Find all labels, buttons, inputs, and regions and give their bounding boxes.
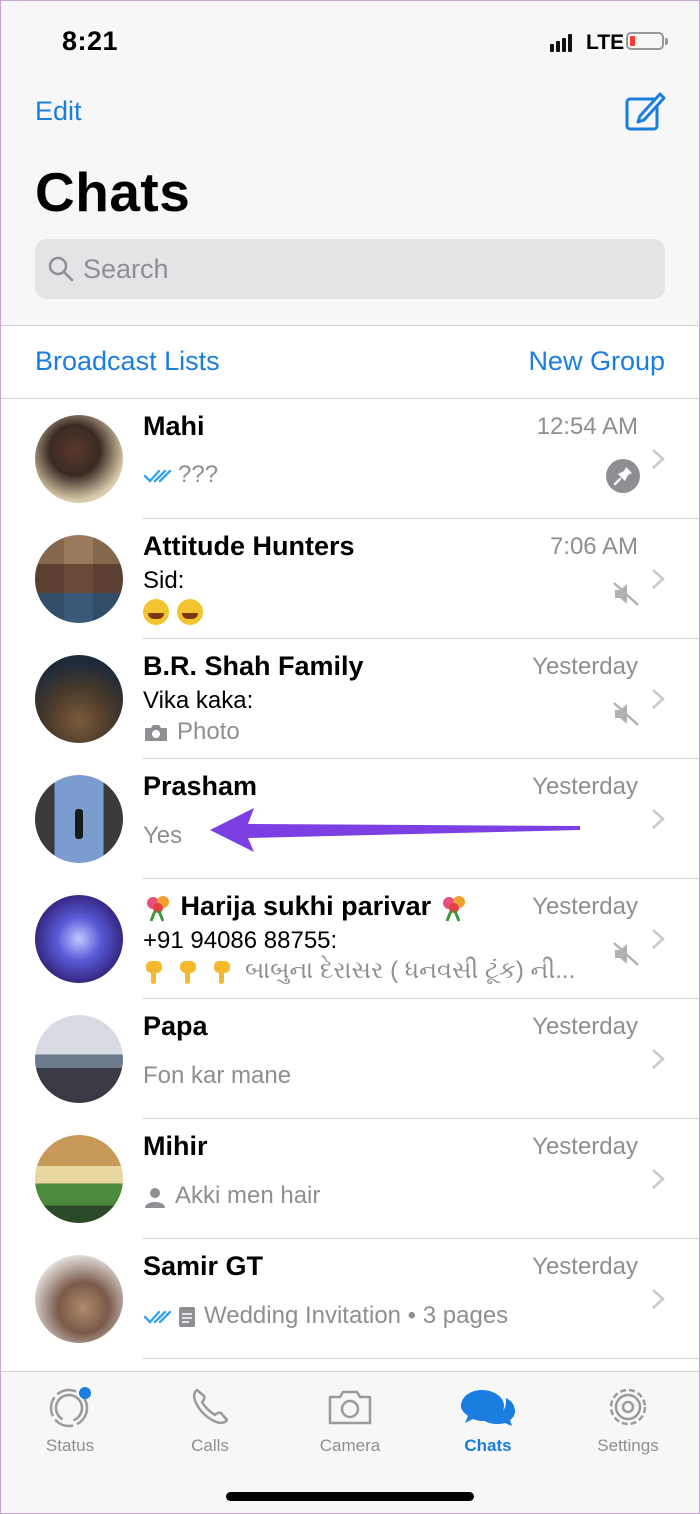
battery-icon	[626, 32, 668, 50]
chat-row-papa[interactable]: Papa Yesterday Fon kar mane	[0, 999, 700, 1119]
search-bar[interactable]	[35, 239, 665, 299]
list-actions: Broadcast Lists New Group	[0, 326, 700, 398]
signal-icon	[550, 34, 578, 52]
bouquet-emoji-icon	[442, 895, 465, 922]
double-check-icon	[143, 469, 172, 483]
tab-label: Settings	[597, 1436, 659, 1455]
chat-time: 12:54 AM	[536, 413, 638, 440]
chat-row-harija-sukhi-parivar[interactable]: Harija sukhi parivar Yesterday +91 94086…	[0, 879, 700, 999]
chat-preview: Photo	[143, 718, 240, 746]
mute-icon	[613, 702, 639, 726]
broadcast-lists-link[interactable]: Broadcast Lists	[35, 346, 220, 377]
chat-name: Attitude Hunters	[143, 531, 355, 561]
annotation-arrow-icon	[210, 808, 580, 852]
chat-name: Mihir	[143, 1131, 208, 1161]
chevron-right-icon	[652, 929, 665, 949]
tab-calls[interactable]: Calls	[155, 1384, 265, 1464]
tab-status[interactable]: Status	[15, 1384, 125, 1464]
tab-label: Status	[45, 1436, 95, 1455]
avatar	[35, 775, 123, 863]
page-title: Chats	[35, 161, 191, 223]
avatar	[35, 1255, 123, 1343]
chevron-right-icon	[652, 689, 665, 709]
bouquet-emoji-icon	[147, 895, 169, 922]
avatar	[35, 655, 123, 743]
chats-icon	[461, 1390, 515, 1426]
laughing-emoji-icon	[177, 598, 203, 625]
chat-name: Papa	[143, 1011, 208, 1041]
edit-button[interactable]: Edit	[35, 96, 82, 127]
pointing-down-emoji-icon	[214, 960, 230, 984]
contact-icon	[145, 1187, 165, 1208]
chat-sender: Vika kaka:	[143, 687, 254, 714]
compose-icon[interactable]	[624, 90, 666, 132]
chevron-right-icon	[652, 1289, 665, 1309]
chat-row-samir-gt[interactable]: Samir GT Yesterday Wedding Invitation • …	[0, 1239, 700, 1359]
tab-chats[interactable]: Chats	[433, 1384, 543, 1464]
search-input[interactable]	[83, 239, 643, 299]
chat-preview: બાબુના દેરાસર ( ધનવસી ટૂંક) ની...	[143, 957, 575, 985]
chat-preview: Akki men hair	[143, 1182, 320, 1210]
camera-icon	[328, 1390, 372, 1425]
chat-preview: Fon kar mane	[143, 1062, 292, 1089]
chevron-right-icon	[652, 809, 665, 829]
chat-time: Yesterday	[532, 1013, 638, 1040]
tab-label: Calls	[191, 1436, 229, 1455]
chevron-right-icon	[652, 569, 665, 589]
chevron-right-icon	[652, 1169, 665, 1189]
chat-time: Yesterday	[532, 653, 638, 680]
avatar	[35, 535, 123, 623]
chat-name: Prasham	[143, 771, 258, 801]
new-group-link[interactable]: New Group	[528, 346, 665, 377]
tab-label: Camera	[319, 1436, 381, 1455]
chat-name: Samir GT	[143, 1251, 264, 1281]
avatar	[35, 895, 123, 983]
chat-name: Mahi	[143, 411, 205, 441]
avatar	[35, 1135, 123, 1223]
pin-icon	[606, 459, 640, 493]
pointing-down-emoji-icon	[180, 960, 196, 984]
mute-icon	[613, 942, 639, 966]
phone-icon	[192, 1388, 229, 1425]
chat-preview: Wedding Invitation • 3 pages	[143, 1302, 508, 1330]
chat-row-mihir[interactable]: Mihir Yesterday Akki men hair	[0, 1119, 700, 1239]
home-indicator	[226, 1492, 474, 1501]
double-check-icon	[143, 1310, 172, 1324]
chat-name: B.R. Shah Family	[143, 651, 364, 681]
chat-row-mahi[interactable]: Mahi 12:54 AM ???	[0, 399, 700, 519]
document-icon	[179, 1306, 195, 1327]
gear-icon	[609, 1388, 647, 1426]
camera-icon	[145, 724, 167, 741]
chat-time: 7:06 AM	[549, 533, 638, 560]
avatar	[35, 1015, 123, 1103]
chevron-right-icon	[652, 1049, 665, 1069]
tab-settings[interactable]: Settings	[573, 1384, 683, 1464]
chat-time: Yesterday	[532, 773, 638, 800]
network-label: LTE	[586, 31, 625, 54]
tab-camera[interactable]: Camera	[295, 1384, 405, 1464]
divider	[143, 1358, 700, 1359]
avatar	[35, 415, 123, 503]
chat-sender: +91 94086 88755:	[143, 927, 338, 954]
search-icon	[48, 256, 74, 282]
chat-name: Harija sukhi parivar	[143, 891, 469, 923]
status-time: 8:21	[62, 26, 119, 56]
chat-time: Yesterday	[532, 1253, 638, 1280]
laughing-emoji-icon	[143, 598, 169, 625]
tab-label: Chats	[464, 1436, 512, 1455]
chat-sender: Sid:	[143, 567, 185, 594]
pointing-down-emoji-icon	[146, 960, 162, 984]
chat-row-attitude-hunters[interactable]: Attitude Hunters 7:06 AM Sid:	[0, 519, 700, 639]
chevron-right-icon	[652, 449, 665, 469]
chat-time: Yesterday	[532, 893, 638, 920]
chat-row-br-shah-family[interactable]: B.R. Shah Family Yesterday Vika kaka: Ph…	[0, 639, 700, 759]
chat-preview-emojis	[143, 597, 211, 625]
status-icon	[49, 1387, 91, 1428]
chat-preview: Yes	[143, 822, 183, 849]
chat-preview: ???	[143, 461, 218, 489]
header: 8:21 LTE Edit Chats	[0, 0, 700, 325]
chat-time: Yesterday	[532, 1133, 638, 1160]
mute-icon	[613, 582, 639, 606]
